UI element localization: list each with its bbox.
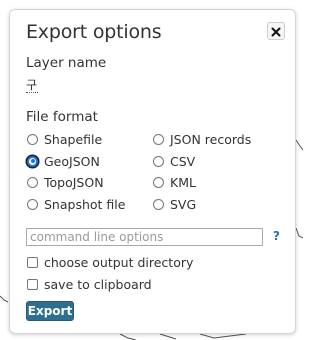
format-option-geojson[interactable]: GeoJSON xyxy=(27,153,100,169)
format-option-json-records[interactable]: JSON records xyxy=(153,131,251,147)
close-icon xyxy=(271,22,281,41)
format-option-shapefile[interactable]: Shapefile xyxy=(27,131,102,147)
layer-name-underline xyxy=(26,92,38,93)
format-option-label: TopoJSON xyxy=(44,174,104,190)
format-option-label: SVG xyxy=(170,196,197,212)
radio-shapefile[interactable] xyxy=(27,133,38,145)
command-line-options-input[interactable] xyxy=(26,228,263,246)
choose-output-directory-label: choose output directory xyxy=(44,255,194,270)
format-option-kml[interactable]: KML xyxy=(153,174,196,190)
save-to-clipboard-label: save to clipboard xyxy=(44,277,152,292)
format-option-svg[interactable]: SVG xyxy=(153,196,196,212)
radio-topojson[interactable] xyxy=(27,176,38,188)
radio-kml[interactable] xyxy=(153,176,164,188)
dialog-title: Export options xyxy=(26,21,162,43)
format-option-label: Snapshot file xyxy=(44,196,126,212)
format-option-label: GeoJSON xyxy=(44,153,100,169)
format-option-topojson[interactable]: TopoJSON xyxy=(27,174,104,190)
format-option-label: Shapefile xyxy=(44,131,103,147)
layer-name-value[interactable]: 구 xyxy=(26,76,37,93)
radio-json-records[interactable] xyxy=(153,133,164,145)
format-option-label: JSON records xyxy=(170,131,252,147)
export-button[interactable]: Export xyxy=(26,301,74,321)
file-format-label: File format xyxy=(26,109,98,125)
help-link[interactable]: ? xyxy=(273,229,280,243)
format-option-label: KML xyxy=(170,174,196,190)
save-to-clipboard-option[interactable]: save to clipboard xyxy=(27,277,152,292)
export-options-dialog: Export options Layer name 구 File format … xyxy=(9,9,296,334)
choose-output-directory-option[interactable]: choose output directory xyxy=(27,255,193,270)
radio-snapshot[interactable] xyxy=(27,198,38,210)
format-option-snapshot[interactable]: Snapshot file xyxy=(27,196,125,212)
close-button[interactable] xyxy=(267,22,285,40)
format-option-label: CSV xyxy=(170,153,196,169)
format-option-csv[interactable]: CSV xyxy=(153,153,195,169)
radio-svg[interactable] xyxy=(153,198,164,210)
save-to-clipboard-checkbox[interactable] xyxy=(27,279,38,290)
radio-geojson[interactable] xyxy=(27,155,38,167)
radio-csv[interactable] xyxy=(153,155,164,167)
choose-output-directory-checkbox[interactable] xyxy=(27,257,38,268)
layer-name-label: Layer name xyxy=(26,55,107,71)
